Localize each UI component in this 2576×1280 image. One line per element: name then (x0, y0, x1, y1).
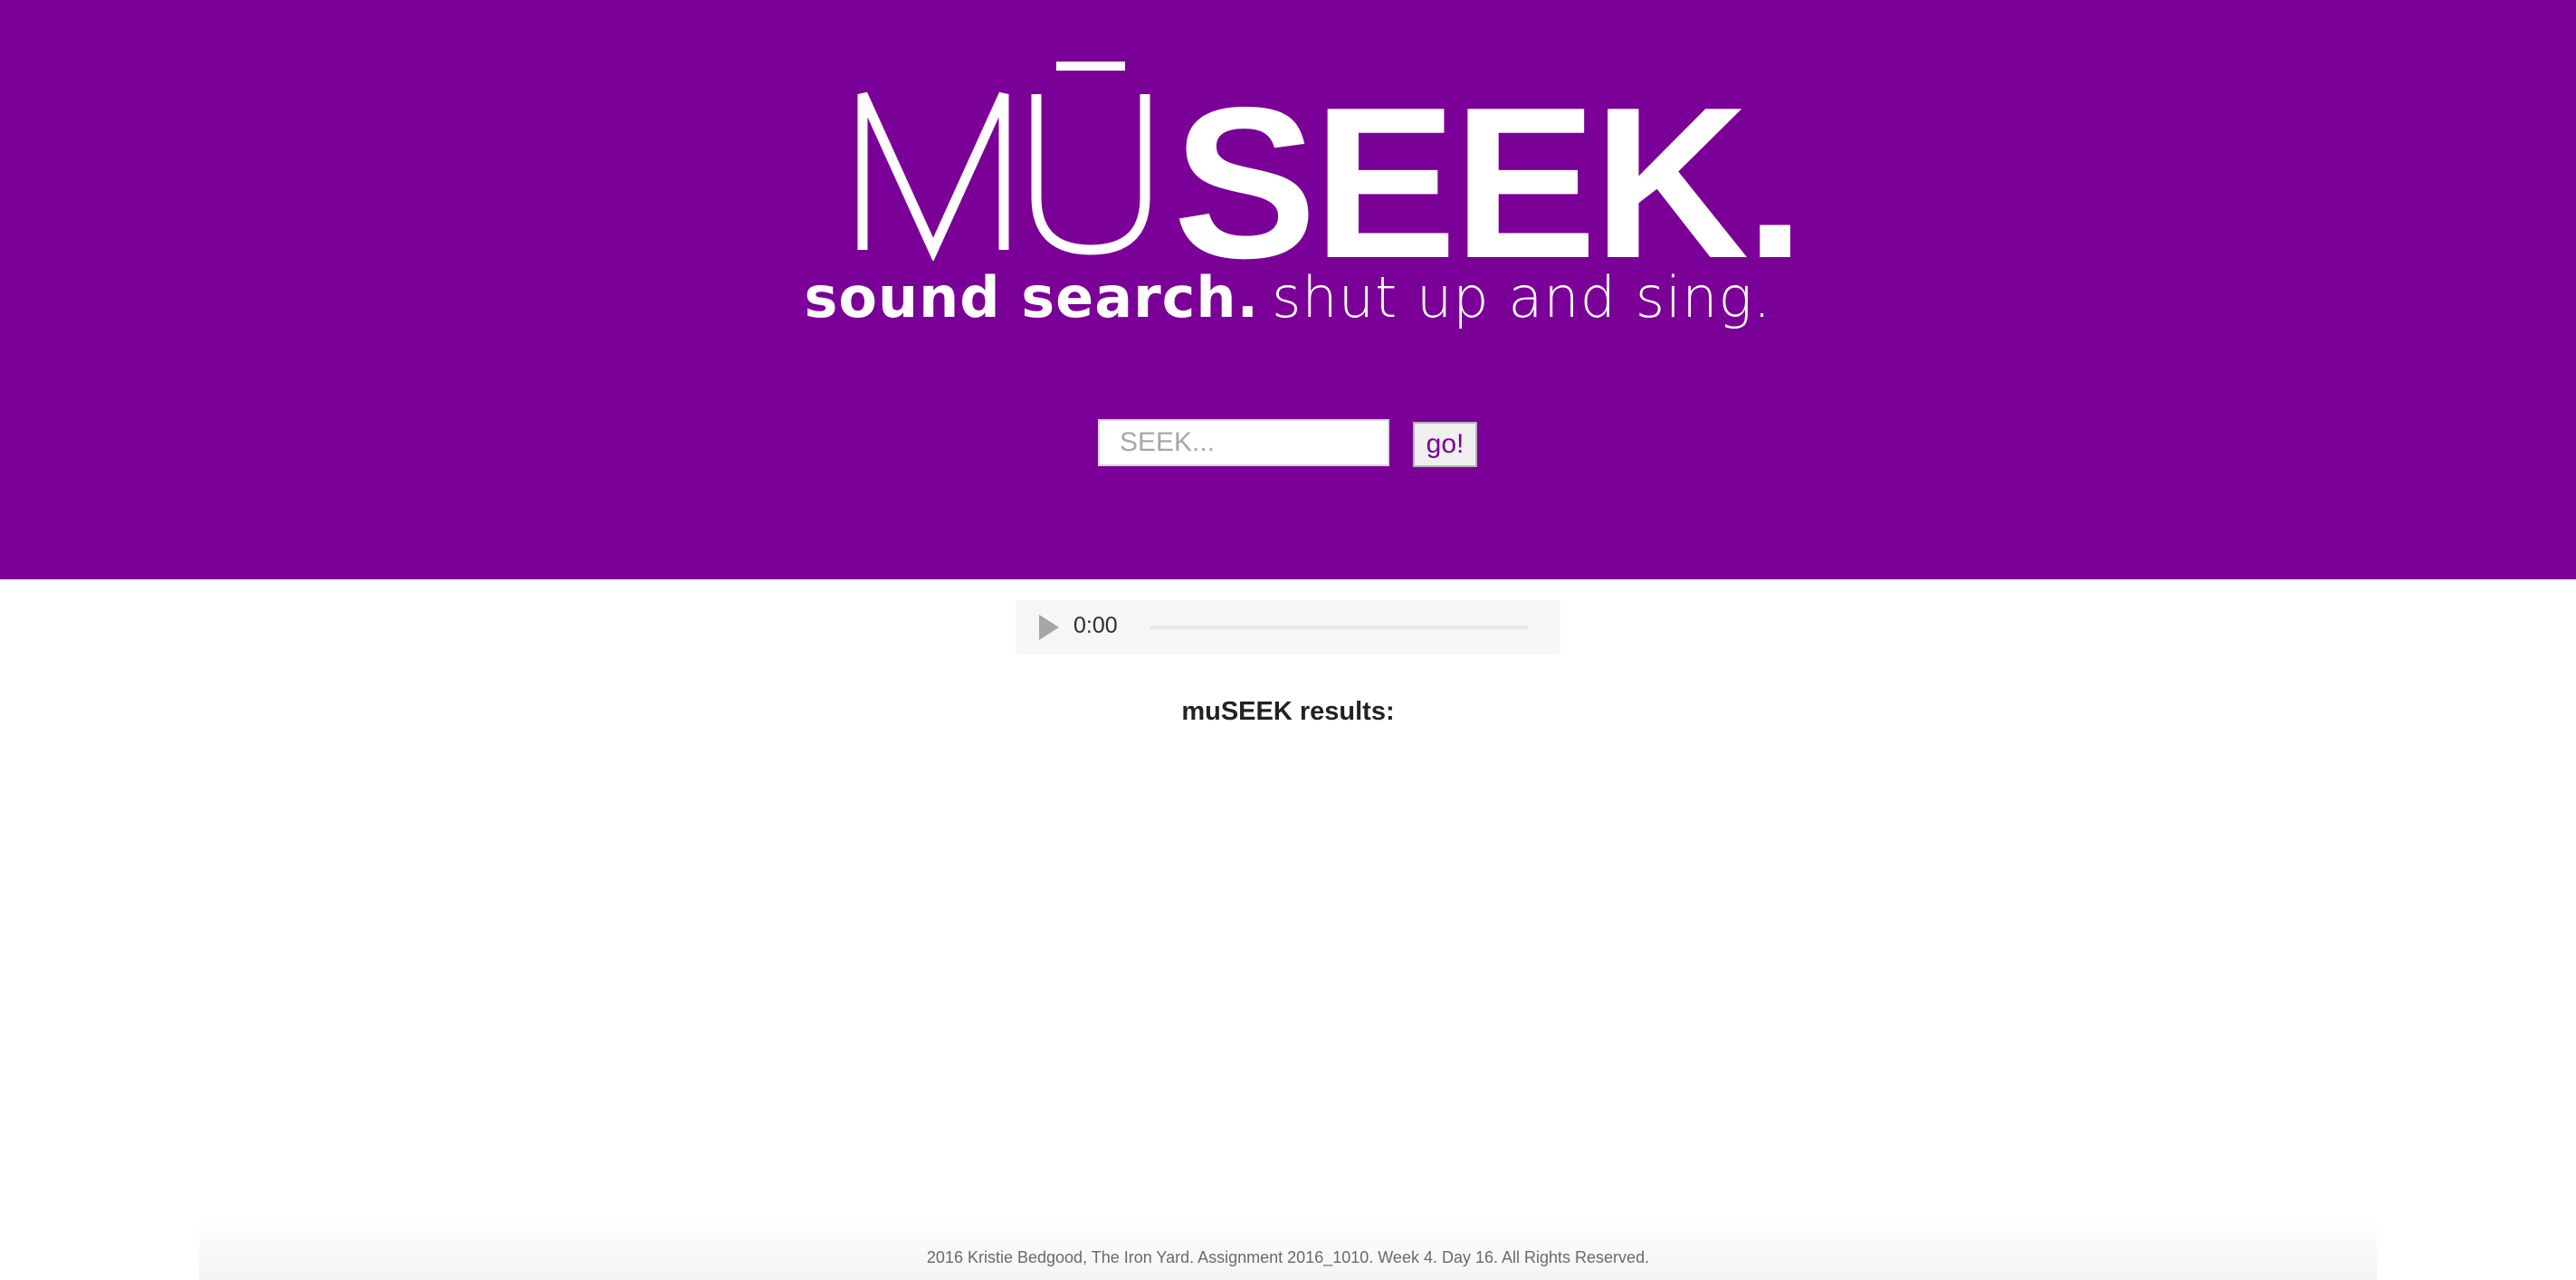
audio-time: 0:00 (1073, 613, 1118, 638)
logo-bold-text: SEEK. (1173, 63, 1805, 303)
tagline-bold: sound search. (804, 264, 1260, 330)
hero-header: MŪ SEEK. sound search. shut up and sing. … (0, 0, 2576, 579)
results-heading: muSEEK results: (1181, 697, 1395, 726)
footer-text: 2016 Kristie Bedgood, The Iron Yard. Ass… (926, 1248, 1650, 1266)
logo-light-letters: MŪ (855, 51, 1150, 261)
audio-progress-bar[interactable] (1150, 626, 1528, 629)
go-button[interactable]: go! (1413, 422, 1477, 467)
tagline-light: shut up and sing. (1272, 264, 1772, 330)
logo-light-text: MŪ (855, 51, 857, 52)
page: MŪ SEEK. sound search. shut up and sing. … (0, 0, 2576, 1280)
search-input[interactable] (1098, 419, 1389, 466)
tagline: sound search. shut up and sing. (0, 270, 2576, 327)
audio-player: 0:00 (1016, 600, 1560, 654)
play-icon[interactable] (1039, 615, 1059, 640)
logo: MŪ SEEK. (855, 51, 1805, 291)
footer-bar (199, 1213, 2377, 1280)
